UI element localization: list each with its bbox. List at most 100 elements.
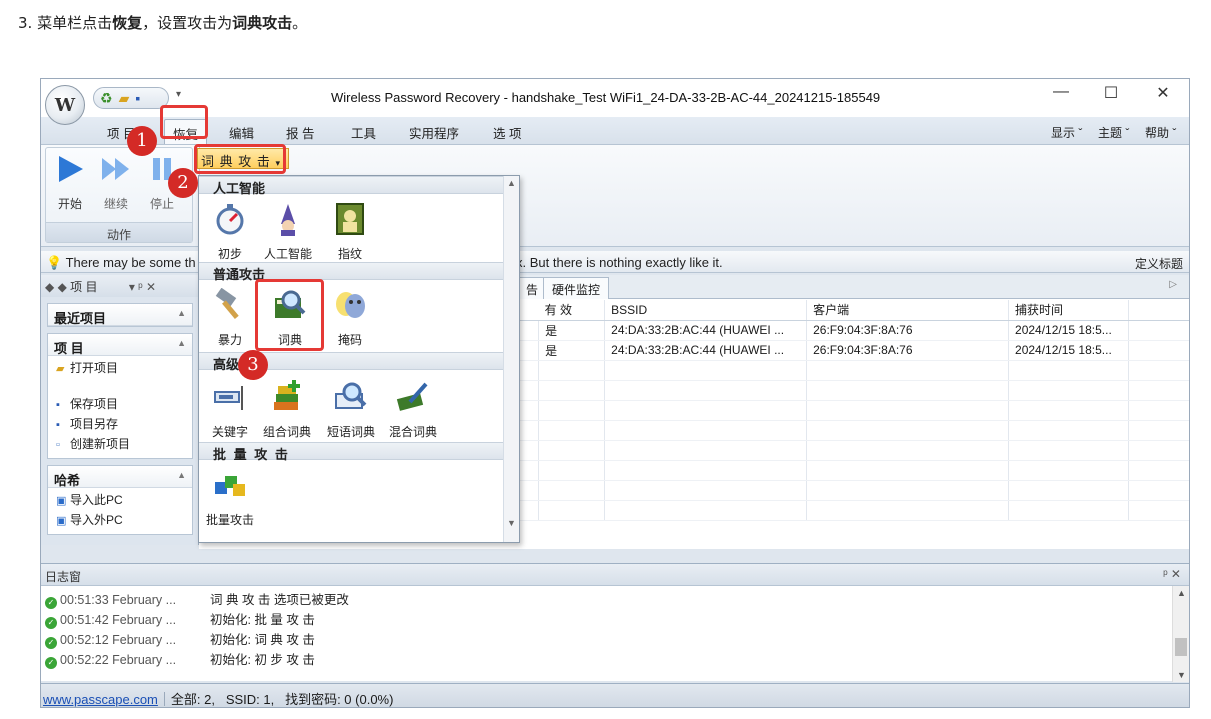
refresh-icon[interactable]: ♻ [100,91,113,105]
recent-projects-header[interactable]: 最近项目 ▲ [48,304,192,326]
tab-hardware-monitor[interactable]: 硬件监控 [543,277,610,299]
gallery-item-ai[interactable]: 人工智能 [255,202,321,262]
import-remote-pc-item[interactable]: ▣ 导入外PC [48,508,192,528]
log-time: 00:52:22 February ... [60,653,177,667]
save-icon[interactable]: ▪ [135,91,140,105]
log-scrollbar[interactable]: ▲ ▼ [1172,586,1189,682]
gallery-item-label: 组合词典 [262,425,311,439]
menu-theme-label: 主题 [1098,126,1123,140]
close-button[interactable]: ✕ [1148,83,1178,103]
import-local-pc-item[interactable]: ▣ 导入此PC [48,488,192,508]
scroll-down-icon[interactable]: ▼ [507,518,516,528]
menu-theme[interactable]: 主题 ˇ [1098,124,1129,141]
tab-scroll-right-icon[interactable]: ▷ [1169,279,1177,290]
open-project-item[interactable]: ▰ 打开项目 [48,356,192,376]
continue-button[interactable]: 继续 [96,154,136,212]
computer-icon: ▣ [56,495,67,507]
collapse-icon: ▲ [177,338,186,348]
import-remote-pc-label: 导入外PC [70,513,123,527]
tab-report[interactable]: 报 告 [286,123,314,142]
app-orb-button[interactable]: W [45,85,85,125]
puzzle-pieces-icon [215,476,245,496]
project-actions-header[interactable]: 项 目 ▲ [48,334,192,356]
success-icon: ✓ [45,657,57,669]
book-pen-icon [396,382,428,411]
save-icon: ▪ [56,399,60,411]
save-project-item[interactable]: ▪ 保存项目 [48,392,192,412]
col-bssid[interactable]: BSSID [604,300,808,321]
pane-menu-icon[interactable]: ▾ ᵖ ✕ [129,280,156,294]
open-project-label: 打开项目 [70,361,119,375]
gallery-item-fingerprint[interactable]: 指纹 [321,202,379,262]
tab-tools[interactable]: 工具 [351,123,376,142]
maximize-button[interactable]: ☐ [1096,83,1126,103]
hash-header[interactable]: 哈希 ▲ [48,466,192,488]
log-message: 词 典 攻 击 选项已被更改 [210,593,349,607]
stop-label: 停止 [149,197,174,211]
status-ssid: SSID: 1, [225,692,275,707]
website-link[interactable]: www.passcape.com [43,692,158,707]
col-valid[interactable]: 有 效 [538,300,606,321]
recent-projects-title: 最近项目 [54,311,107,326]
scroll-thumb[interactable] [1175,638,1187,656]
menu-bar: 项 目 恢复 编辑 报 告 工具 实用程序 选 项 显示 ˇ 主题 ˇ 帮助 ˇ [41,117,1189,144]
gallery-item-batch[interactable]: 批量攻击 [201,468,259,528]
gallery-item-label: 短语词典 [326,425,375,439]
success-icon: ✓ [45,597,57,609]
log-entry: ✓ 00:51:42 February ... 初始化: 批 量 攻 击 [41,606,1189,629]
save-project-label: 保存项目 [70,397,119,411]
continue-label: 继续 [103,197,128,211]
status-bar: www.passcape.com 全部: 2, SSID: 1, 找到密码: 0 … [41,683,1189,707]
gallery-item-combined-dict[interactable]: 组合词典 [255,380,319,440]
collapse-icon: ▲ [177,308,186,318]
menu-help[interactable]: 帮助 ˇ [1145,124,1176,141]
tip-text-part2: x. But there is nothing exactly like it. [516,255,723,270]
start-button[interactable]: 开始 [50,154,90,212]
tab-utilities[interactable]: 实用程序 [409,123,459,142]
log-time: 00:51:33 February ... [60,593,177,607]
gallery-item-label: 批量攻击 [205,513,254,527]
gallery-item-preliminary[interactable]: 初步 [201,202,259,262]
col-client[interactable]: 客户端 [806,300,1010,321]
lightbulb-icon: 💡 [46,255,63,270]
save-project-as-item[interactable]: ▪ 项目另存 [48,412,192,432]
col-capture-time[interactable]: 捕获时间 [1008,300,1130,321]
menu-help-label: 帮助 [1145,126,1170,140]
gallery-item-label: 初步 [217,247,242,261]
save-as-icon: ▪ [56,419,60,431]
open-folder-icon[interactable]: ▰ [119,91,130,105]
gallery-section-ai: 人工智能 [199,176,519,196]
gallery-scrollbar[interactable]: ▲ ▼ [503,176,519,542]
nav-back-forward-icon[interactable]: ◆ ◆ [45,280,67,294]
gallery-item-brute-force[interactable]: 暴力 [201,287,259,348]
menu-display[interactable]: 显示 ˇ [1051,124,1082,141]
tab-options[interactable]: 选 项 [493,123,521,142]
tab-edit[interactable]: 编辑 [229,123,254,142]
gallery-item-keyword[interactable]: 关键字 [201,380,259,440]
table-cell: 2024/12/15 18:5... [1008,340,1130,361]
instruction-mid: ，设置攻击为 [142,14,233,32]
log-pin-close-icon[interactable]: ᵖ ✕ [1163,567,1181,581]
scroll-up-icon[interactable]: ▲ [507,178,516,188]
wizard-icon [281,204,295,236]
custom-title-link[interactable]: 定义标题 [1135,255,1183,272]
quick-access-more-icon[interactable]: ▾ [176,89,181,100]
scroll-down-icon[interactable]: ▼ [1177,670,1186,680]
gallery-section-normal: 普通攻击 [199,262,503,282]
quick-access-toolbar: ♻ ▰ ▪ [93,87,169,109]
new-project-item[interactable]: ▫ 创建新项目 [48,432,192,452]
folder-icon: ▰ [56,363,65,375]
gallery-item-label: 人工智能 [263,247,312,261]
log-time: 00:51:42 February ... [60,613,177,627]
project-pane-title: 项 目 [70,280,98,294]
gallery-item-hybrid-dict[interactable]: 混合词典 [381,380,445,440]
fingerprint-portrait-icon [336,203,364,235]
minimize-button[interactable]: — [1046,83,1076,101]
gallery-item-label: 关键字 [211,425,248,439]
table-cell: 是 [538,320,606,341]
remote-computer-icon: ▣ [56,515,67,527]
gallery-item-phrase-dict[interactable]: 短语词典 [319,380,383,440]
scroll-up-icon[interactable]: ▲ [1177,588,1186,598]
gallery-item-mask[interactable]: 掩码 [321,288,379,348]
book-magnifier-icon [335,382,367,409]
